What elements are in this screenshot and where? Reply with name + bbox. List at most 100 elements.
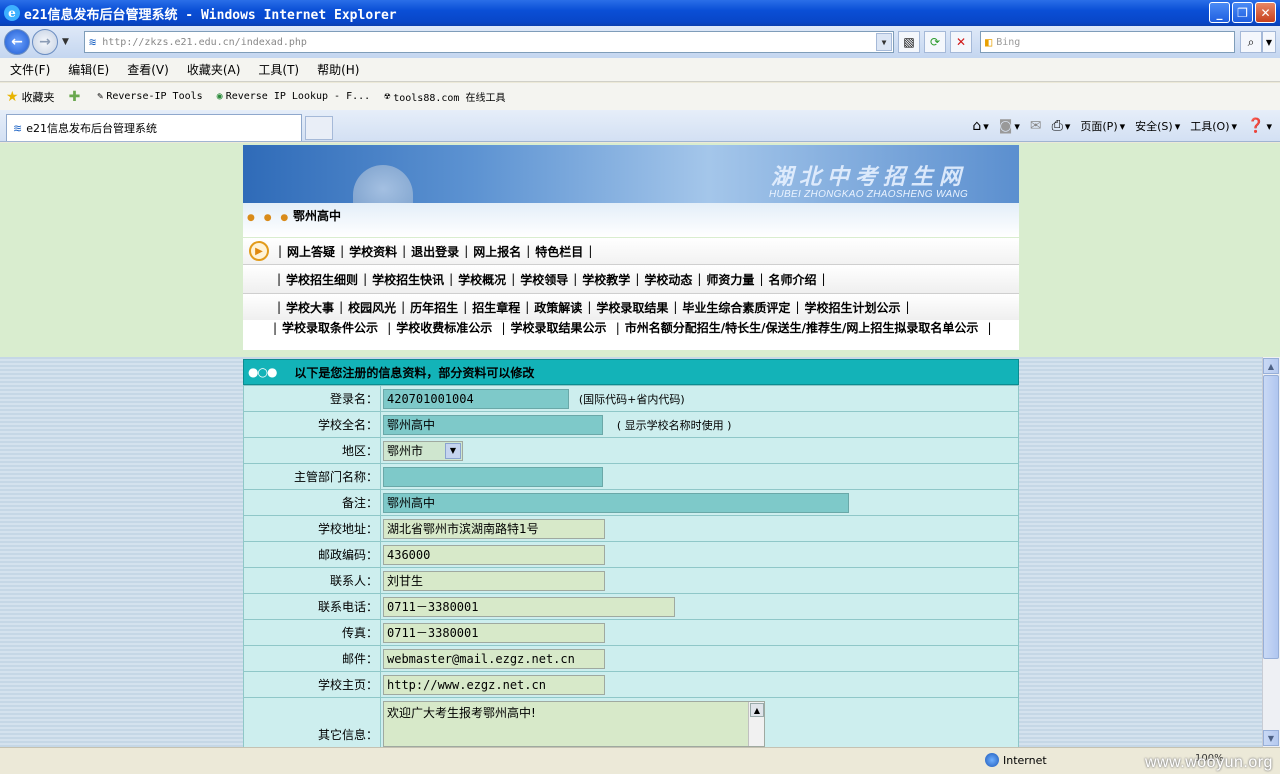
page-menu-button[interactable]: 页面(P) ▾ <box>1080 118 1125 134</box>
scroll-down-button[interactable]: ▼ <box>1263 730 1279 746</box>
fax-input[interactable]: 0711－3380001 <box>383 622 605 643</box>
safety-menu-button[interactable]: 安全(S) ▾ <box>1135 118 1180 134</box>
minimize-button[interactable]: _ <box>1209 2 1230 23</box>
other-textarea[interactable]: 欢迎广大考生报考鄂州高中! ▲ <box>383 701 765 747</box>
phone-input[interactable]: 0711－3380001 <box>383 596 675 617</box>
radiation-icon: ☢ <box>384 91 391 102</box>
contact-label: 联系人： <box>243 567 381 594</box>
other-label: 其它信息： <box>243 697 381 747</box>
textarea-scrollbar[interactable]: ▲ <box>748 702 764 746</box>
nav-admission-conditions[interactable]: 学校录取条件公示 <box>282 321 378 335</box>
nav-logout[interactable]: 退出登录 <box>411 243 459 260</box>
menu-edit[interactable]: 编辑(E) <box>68 61 109 78</box>
site-title: 湖北中考招生网 <box>771 164 968 190</box>
new-tab-button[interactable] <box>305 116 333 140</box>
tab-active[interactable]: ≋ e21信息发布后台管理系统 <box>6 114 302 141</box>
address-input[interactable]: ≋ http://zkzs.e21.edu.cn/indexad.php ▼ <box>84 31 894 53</box>
region-select[interactable]: 鄂州市 ▼ <box>383 440 463 461</box>
nav-past-admissions[interactable]: 历年招生 <box>410 299 458 316</box>
page-icon: ≋ <box>89 35 97 49</box>
nav-school-info[interactable]: 学校资料 <box>349 243 397 260</box>
nav-policy[interactable]: 政策解读 <box>534 299 582 316</box>
help-button[interactable]: ❓ ▾ <box>1247 118 1272 134</box>
home-button[interactable]: ⌂ ▾ <box>972 118 988 134</box>
scroll-thumb[interactable] <box>1263 375 1279 659</box>
email-label: 邮件： <box>243 645 381 672</box>
address-dropdown-icon[interactable]: ▼ <box>876 33 892 51</box>
search-button[interactable]: ⌕ <box>1240 31 1262 53</box>
page-viewport: 湖北中考招生网 HUBEI ZHONGKAO ZHAOSHENG WANG ● … <box>0 143 1262 747</box>
menu-file[interactable]: 文件(F) <box>10 61 50 78</box>
row-login: 登录名： 420701001004 (国际代码+省内代码) <box>243 385 1019 412</box>
fav-link-tools88[interactable]: ☢ tools88.com 在线工具 <box>384 89 505 104</box>
postcode-label: 邮政编码： <box>243 541 381 568</box>
nav-major-events[interactable]: 学校大事 <box>286 299 334 316</box>
back-button[interactable]: ← <box>4 29 30 55</box>
note-input[interactable]: 鄂州高中 <box>383 492 849 513</box>
form-header-text: 以下是您注册的信息资料，部分资料可以修改 <box>294 365 535 380</box>
scroll-up-icon[interactable]: ▲ <box>750 703 764 717</box>
stop-button[interactable]: ✕ <box>950 31 972 53</box>
close-button[interactable]: ✕ <box>1255 2 1276 23</box>
dept-input[interactable] <box>383 466 603 487</box>
nav-qa[interactable]: 网上答疑 <box>287 243 335 260</box>
region-value: 鄂州市 <box>387 444 424 458</box>
nav-teaching[interactable]: 学校教学 <box>582 271 630 288</box>
postcode-input[interactable]: 436000 <box>383 544 605 565</box>
favorites-button[interactable]: ★ 收藏夹 <box>6 89 55 105</box>
scroll-up-button[interactable]: ▲ <box>1263 358 1279 374</box>
homepage-input[interactable]: http://www.ezgz.net.cn <box>383 674 605 695</box>
nav-featured[interactable]: 特色栏目 <box>535 243 583 260</box>
contact-input[interactable]: 刘甘生 <box>383 570 605 591</box>
refresh-button[interactable]: ⟳ <box>924 31 946 53</box>
nav-quota-admission[interactable]: 市州名额分配招生/特长生/保送生/推荐生/网上招生拟录取名单公示 <box>625 321 979 335</box>
login-input[interactable]: 420701001004 <box>383 388 569 409</box>
search-options-icon[interactable]: ▼ <box>1262 31 1276 53</box>
nav-famous-teachers[interactable]: 名师介绍 <box>768 271 816 288</box>
bubbles-icon: ●○● <box>248 365 277 379</box>
nav-overview[interactable]: 学校概况 <box>458 271 506 288</box>
menu-favorites[interactable]: 收藏夹(A) <box>187 61 241 78</box>
page-scrollbar[interactable]: ▲ ▼ <box>1262 357 1280 747</box>
mail-button[interactable]: ✉ <box>1030 118 1042 134</box>
fav-link-label: Reverse-IP Tools <box>106 91 203 102</box>
nav-row-2: | 学校招生细则 | 学校招生快讯 | 学校概况 | 学校领导 | 学校教学 | 学校动态 … <box>243 265 1019 294</box>
nav-school-news[interactable]: 学校动态 <box>644 271 692 288</box>
row-contact: 联系人： 刘甘生 <box>243 567 1019 594</box>
menu-view[interactable]: 查看(V) <box>127 61 169 78</box>
nav-faculty[interactable]: 师资力量 <box>706 271 754 288</box>
nav-admission-charter[interactable]: 招生章程 <box>472 299 520 316</box>
email-input[interactable]: webmaster@mail.ezgz.net.cn <box>383 648 605 669</box>
nav-admission-plan[interactable]: 学校招生计划公示 <box>804 299 900 316</box>
page-container: 湖北中考招生网 HUBEI ZHONGKAO ZHAOSHENG WANG ● … <box>243 143 1019 747</box>
fav-link-reverse-ip-lookup[interactable]: ◉ Reverse IP Lookup - F... <box>217 91 371 102</box>
nav-admission-results[interactable]: 学校录取结果 <box>596 299 668 316</box>
nav-online-registration[interactable]: 网上报名 <box>473 243 521 260</box>
search-input[interactable]: ◧ Bing <box>980 31 1235 53</box>
nav-results-public[interactable]: 学校录取结果公示 <box>511 321 607 335</box>
nav-graduate-evaluation[interactable]: 毕业生综合素质评定 <box>682 299 790 316</box>
nav-leadership[interactable]: 学校领导 <box>520 271 568 288</box>
banner-wave <box>243 203 1019 237</box>
chevron-down-icon[interactable]: ▼ <box>445 442 461 459</box>
fav-link-reverse-ip-tools[interactable]: ✎ Reverse-IP Tools <box>97 91 202 102</box>
forward-button[interactable]: → <box>32 29 58 55</box>
fullname-input[interactable]: 鄂州高中 <box>383 414 603 435</box>
compatibility-view-button[interactable]: ▧ <box>898 31 920 53</box>
security-zone: Internet <box>985 753 1047 767</box>
add-favorite-button[interactable]: ✚ <box>69 89 84 105</box>
menu-tools[interactable]: 工具(T) <box>258 61 299 78</box>
tools-menu-button[interactable]: 工具(O) ▾ <box>1190 118 1237 134</box>
print-button[interactable]: ⎙ ▾ <box>1052 118 1071 134</box>
nav-admission-rules[interactable]: 学校招生细则 <box>286 271 358 288</box>
maximize-button[interactable]: ❐ <box>1232 2 1253 23</box>
note-label: 备注： <box>243 489 381 516</box>
help-icon: ❓ <box>1247 118 1265 134</box>
history-dropdown-icon[interactable]: ▼ <box>62 37 69 47</box>
nav-campus[interactable]: 校园风光 <box>348 299 396 316</box>
menu-help[interactable]: 帮助(H) <box>317 61 359 78</box>
nav-fee-standards[interactable]: 学校收费标准公示 <box>396 321 492 335</box>
feeds-button[interactable]: ◙ ▾ <box>999 118 1020 134</box>
address-field[interactable]: 湖北省鄂州市滨湖南路特1号 <box>383 518 605 539</box>
nav-admission-news[interactable]: 学校招生快讯 <box>372 271 444 288</box>
